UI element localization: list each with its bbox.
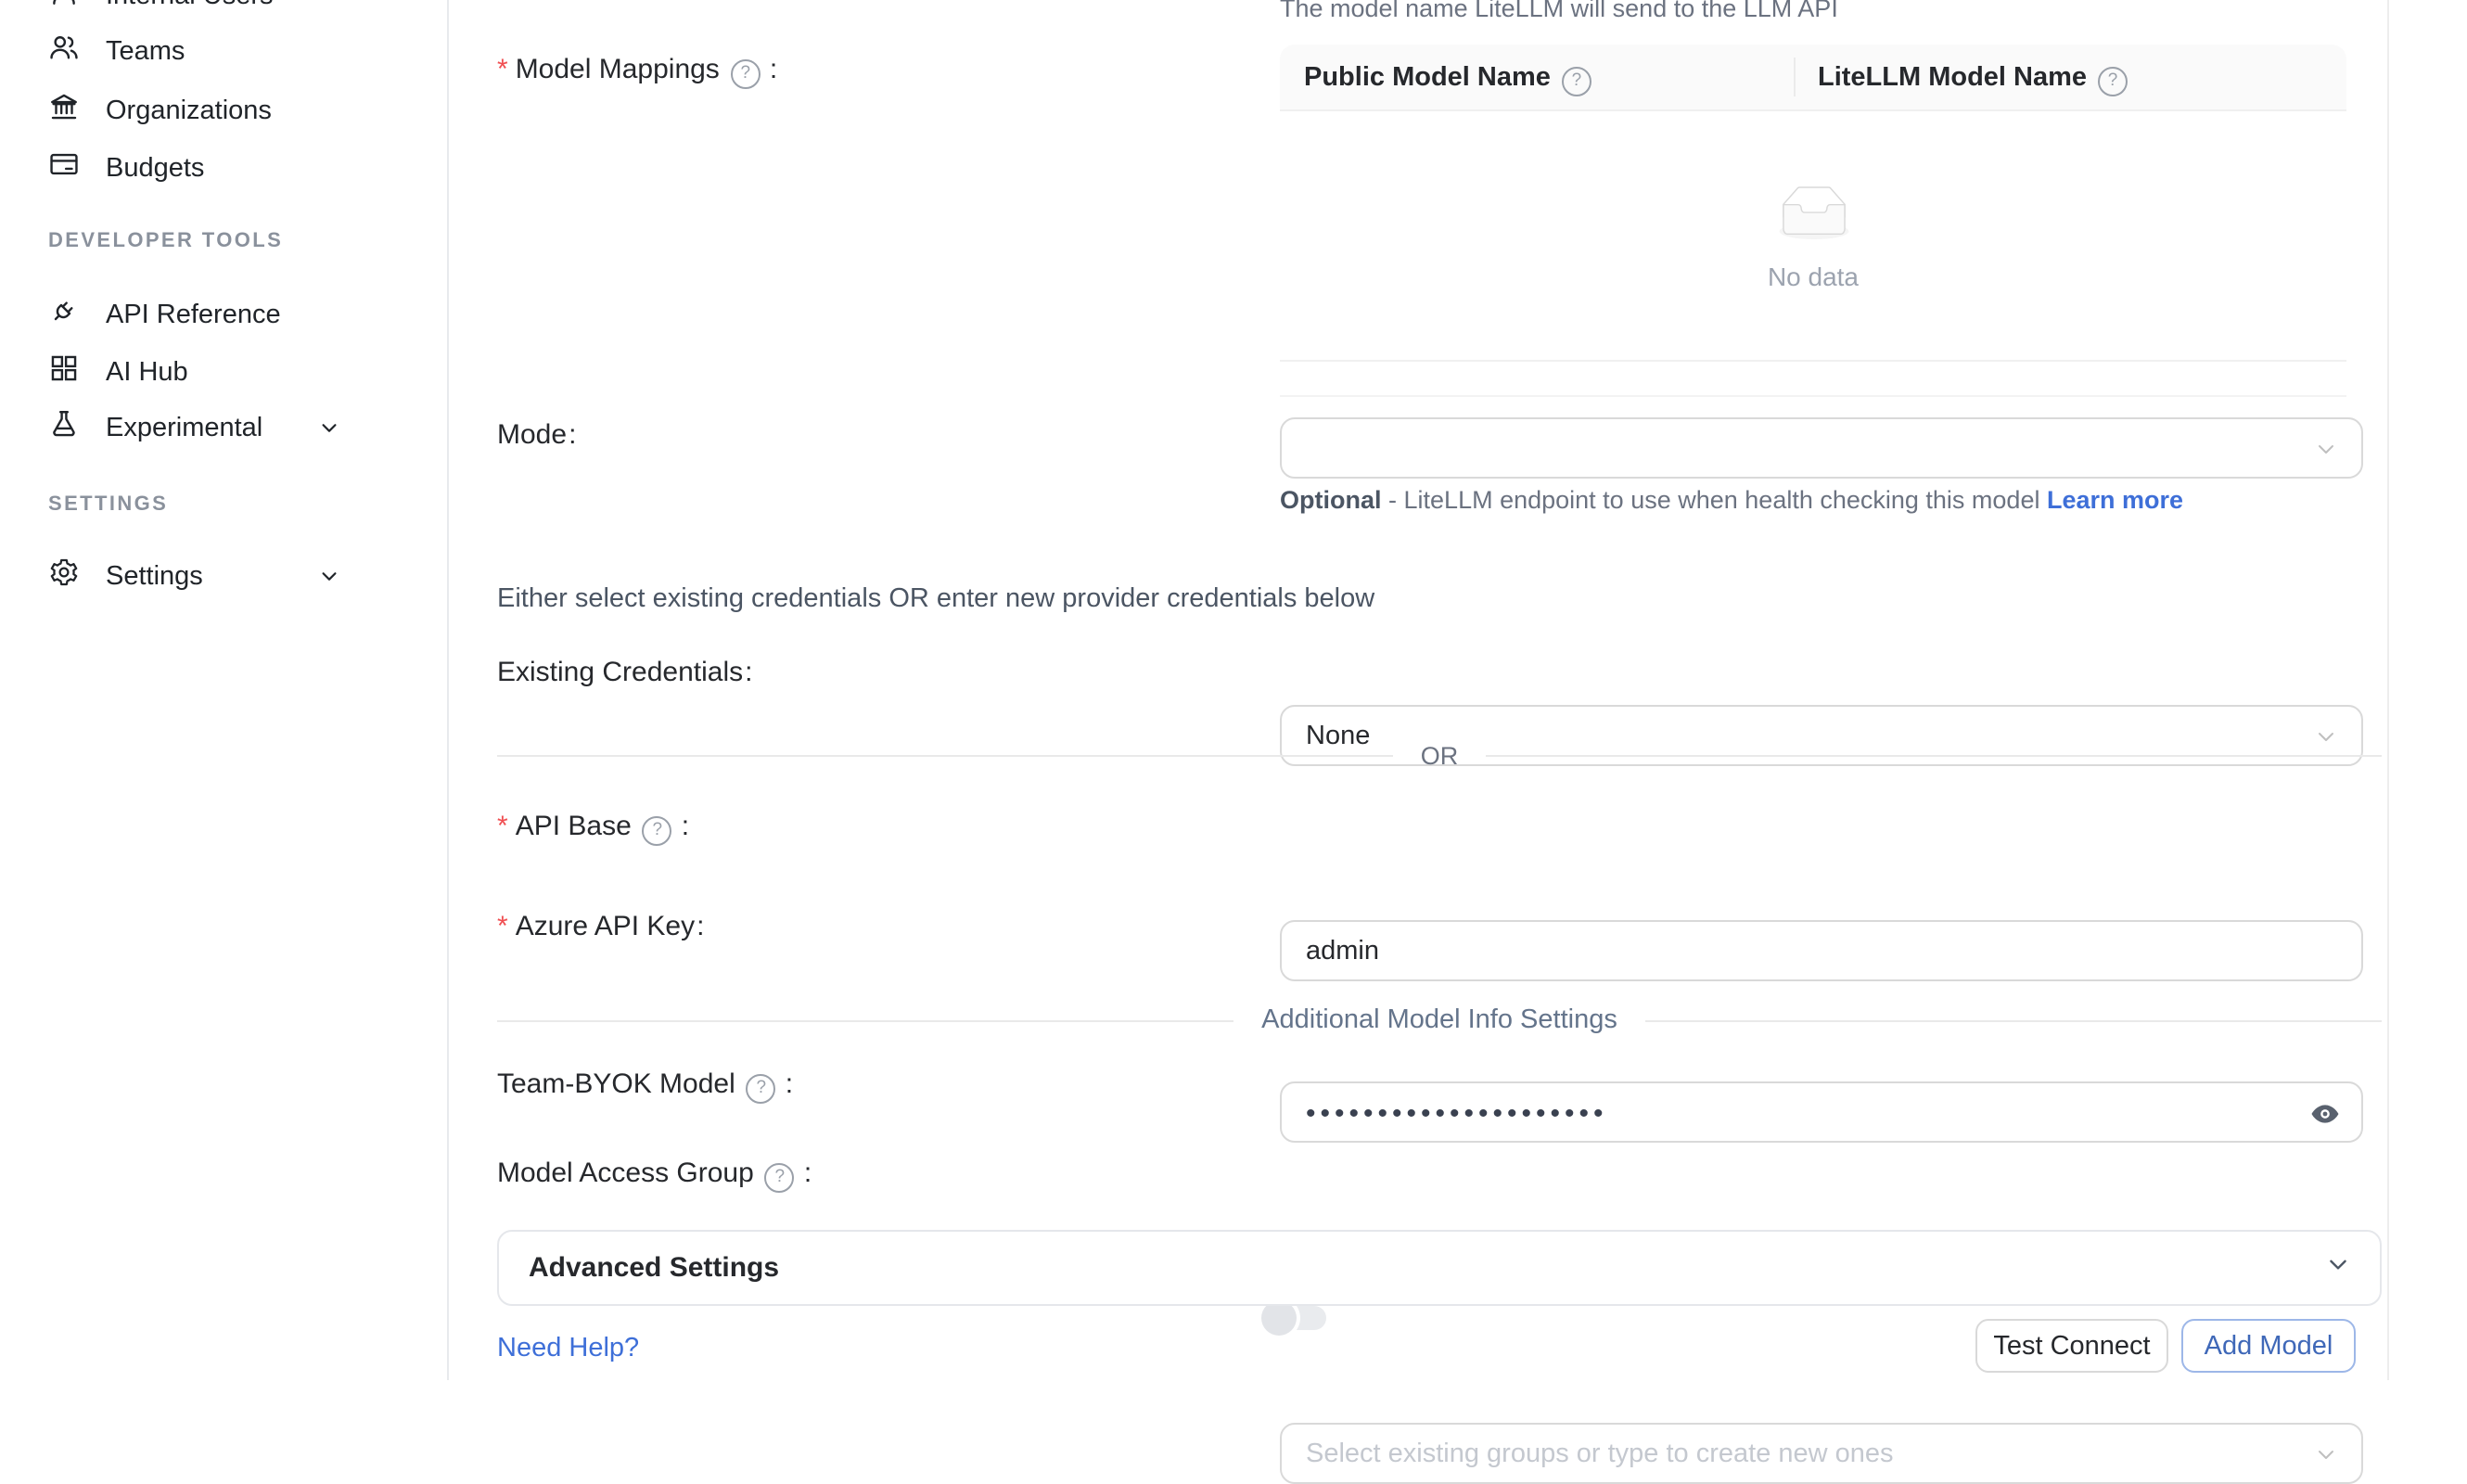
team-icon bbox=[48, 31, 80, 71]
content-right-divider bbox=[2387, 0, 2389, 1380]
table-footer-border bbox=[1280, 395, 2346, 397]
additional-model-info-divider: Additional Model Info Settings bbox=[497, 1005, 2382, 1035]
column-divider bbox=[1794, 58, 1796, 96]
chevron-down-icon bbox=[2315, 438, 2337, 467]
mode-label: Mode: bbox=[497, 417, 576, 454]
help-circle-icon[interactable] bbox=[643, 816, 672, 846]
help-circle-icon[interactable] bbox=[747, 1074, 776, 1104]
advanced-settings-title: Advanced Settings bbox=[529, 1252, 779, 1284]
help-circle-icon[interactable] bbox=[765, 1163, 795, 1193]
model-access-group-input[interactable] bbox=[1306, 1439, 2337, 1468]
required-asterisk: * bbox=[497, 809, 508, 846]
table-header-row: Public Model Name LiteLLM Model Name bbox=[1280, 45, 2346, 111]
sidebar-item-label: Experimental bbox=[106, 413, 262, 442]
need-help-link[interactable]: Need Help? bbox=[497, 1334, 639, 1363]
eye-icon[interactable] bbox=[2309, 1098, 2341, 1130]
help-circle-icon[interactable] bbox=[731, 59, 761, 89]
azure-api-key-field: ••••••••••••••••••••• bbox=[1280, 1081, 2363, 1143]
or-divider-text: OR bbox=[1393, 742, 1487, 770]
mode-optional-note: Optional - LiteLLM endpoint to use when … bbox=[1280, 479, 2363, 521]
appstore-grid-icon bbox=[48, 352, 80, 392]
credit-card-icon bbox=[48, 147, 80, 188]
chevron-down-icon bbox=[2315, 1443, 2337, 1473]
flask-icon bbox=[48, 407, 80, 448]
optional-text: - LiteLLM endpoint to use when health ch… bbox=[1388, 486, 2039, 514]
test-connect-button[interactable]: Test Connect bbox=[1975, 1319, 2168, 1373]
sidebar-item-label: Internal Users bbox=[106, 0, 274, 10]
model-mappings-label: * Model Mappings : bbox=[497, 52, 777, 89]
api-base-field bbox=[1280, 920, 2363, 981]
sidebar-section-developer-tools: DEVELOPER TOOLS bbox=[48, 230, 283, 252]
chevron-down-icon bbox=[319, 566, 339, 586]
sidebar-item-api-reference[interactable]: API Reference bbox=[0, 286, 417, 343]
team-byok-label: Team-BYOK Model : bbox=[497, 1067, 793, 1104]
advanced-settings-panel[interactable]: Advanced Settings bbox=[497, 1230, 2382, 1306]
table-bottom-border bbox=[1280, 360, 2346, 362]
user-icon bbox=[48, 0, 80, 16]
table-header-public-model-name: Public Model Name bbox=[1280, 62, 1794, 92]
sidebar-item-label: AI Hub bbox=[106, 357, 188, 387]
help-circle-icon[interactable] bbox=[2098, 66, 2128, 96]
model-mappings-table: Public Model Name LiteLLM Model Name bbox=[1280, 45, 2346, 111]
chevron-down-icon bbox=[2326, 1251, 2350, 1285]
add-model-page: Internal Users Teams Organizations Budge… bbox=[0, 0, 2467, 1380]
sidebar-item-budgets[interactable]: Budgets bbox=[0, 139, 417, 197]
model-access-group-label: Model Access Group : bbox=[497, 1156, 812, 1193]
sidebar-item-settings[interactable]: Settings bbox=[0, 547, 417, 605]
litellm-model-name-description: The model name LiteLLM will send to the … bbox=[1280, 0, 2363, 26]
required-asterisk: * bbox=[497, 52, 508, 89]
model-access-group-select[interactable] bbox=[1280, 1423, 2363, 1484]
mode-select[interactable] bbox=[1280, 417, 2363, 479]
sidebar-item-internal-users[interactable]: Internal Users bbox=[0, 0, 417, 24]
api-plug-icon bbox=[48, 294, 80, 335]
azure-api-key-masked-value[interactable]: ••••••••••••••••••••• bbox=[1306, 1098, 1608, 1130]
sidebar-item-label: Teams bbox=[106, 36, 185, 66]
add-model-button[interactable]: Add Model bbox=[2181, 1319, 2356, 1373]
sidebar-item-label: Settings bbox=[106, 561, 203, 591]
sidebar-item-teams[interactable]: Teams bbox=[0, 22, 417, 80]
sidebar-item-ai-hub[interactable]: AI Hub bbox=[0, 343, 417, 401]
or-divider: OR bbox=[497, 742, 2382, 770]
sidebar-item-label: Organizations bbox=[106, 96, 272, 125]
table-header-litellm-model-name: LiteLLM Model Name bbox=[1794, 62, 2135, 92]
no-data-text: No data bbox=[1280, 262, 2346, 291]
credentials-note: Either select existing credentials OR en… bbox=[497, 584, 1374, 614]
optional-bold: Optional bbox=[1280, 486, 1382, 514]
help-circle-icon[interactable] bbox=[1562, 66, 1591, 96]
api-base-input[interactable] bbox=[1306, 936, 2337, 966]
table-empty-state: No data bbox=[1280, 186, 2346, 291]
api-base-label: * API Base : bbox=[497, 809, 689, 846]
sidebar: Internal Users Teams Organizations Budge… bbox=[0, 0, 449, 1380]
chevron-down-icon bbox=[319, 417, 339, 438]
sidebar-item-experimental[interactable]: Experimental bbox=[0, 399, 417, 456]
empty-box-icon bbox=[1770, 186, 1856, 241]
azure-api-key-label: * Azure API Key : bbox=[497, 909, 704, 946]
required-asterisk: * bbox=[497, 909, 508, 946]
learn-more-link[interactable]: Learn more bbox=[2047, 486, 2183, 514]
existing-credentials-label: Existing Credentials: bbox=[497, 655, 752, 692]
sidebar-item-label: Budgets bbox=[106, 153, 204, 183]
add-model-form: The model name LiteLLM will send to the … bbox=[449, 0, 2467, 1380]
sidebar-item-organizations[interactable]: Organizations bbox=[0, 82, 417, 139]
additional-model-info-divider-text: Additional Model Info Settings bbox=[1234, 1005, 1645, 1035]
sidebar-item-label: API Reference bbox=[106, 300, 281, 329]
bank-icon bbox=[48, 90, 80, 131]
gear-icon bbox=[48, 556, 80, 596]
sidebar-section-settings: SETTINGS bbox=[48, 493, 168, 516]
